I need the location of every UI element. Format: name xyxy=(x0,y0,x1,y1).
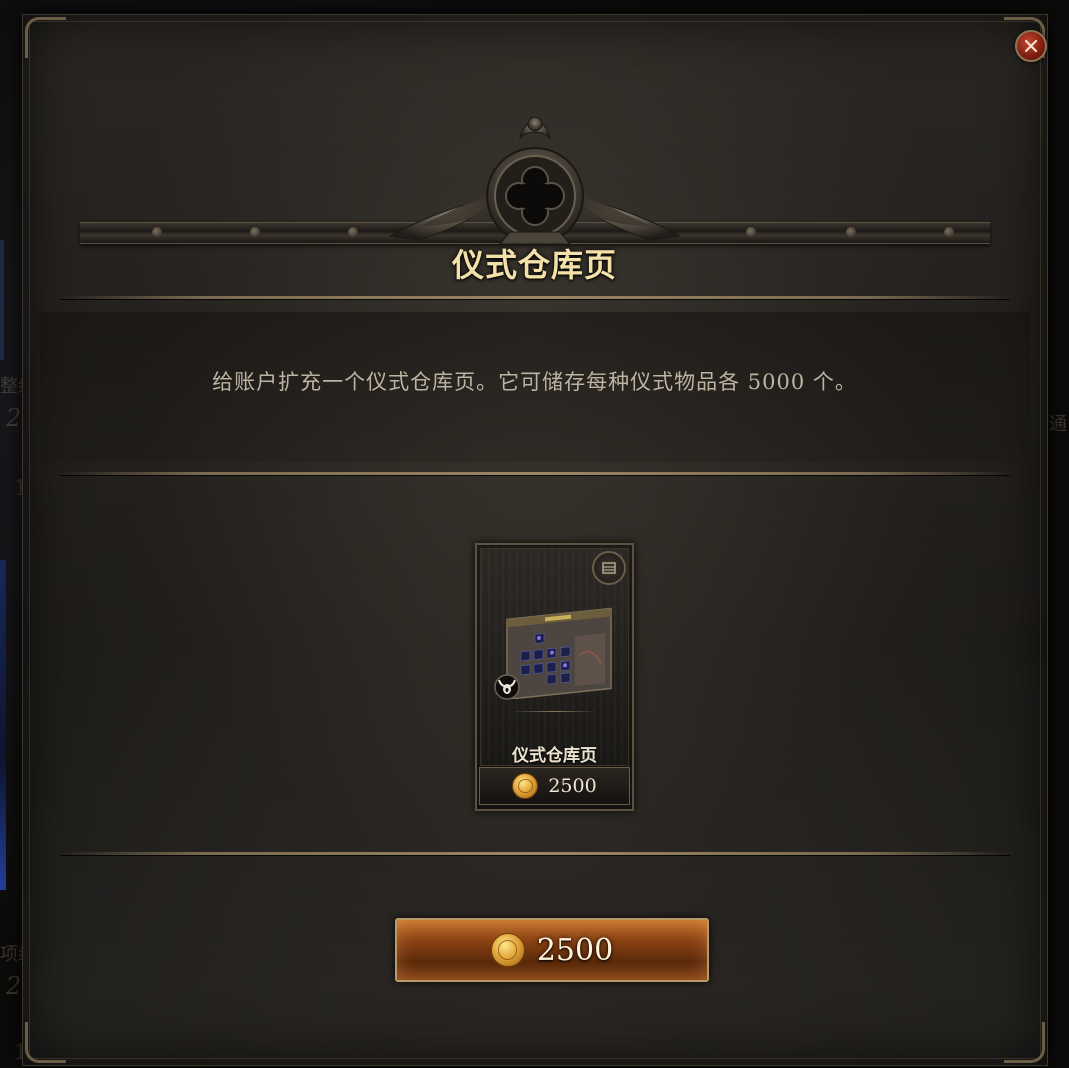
item-card-image: 仪式仓库页 xyxy=(480,548,629,766)
title-divider xyxy=(60,296,1010,299)
ornament-stud xyxy=(944,227,954,237)
frame-corner xyxy=(1004,1022,1045,1063)
quatrefoil-crest-icon xyxy=(388,116,682,245)
card-divider xyxy=(511,711,598,712)
frame-corner xyxy=(25,1022,66,1063)
close-button[interactable] xyxy=(1015,30,1047,62)
purchase-button[interactable]: 2500 xyxy=(395,918,709,982)
ornament-stud xyxy=(250,227,260,237)
close-icon xyxy=(1024,39,1038,53)
ritual-horns-icon xyxy=(494,674,520,700)
card-section-divider xyxy=(60,852,1010,855)
description-divider xyxy=(60,472,1010,475)
item-description: 给账户扩充一个仪式仓库页。它可储存每种仪式物品各 5000 个。 xyxy=(212,370,857,394)
background-item-name: 通 xyxy=(1049,414,1067,435)
coin-icon xyxy=(490,933,525,967)
stash-tab-icon xyxy=(592,551,626,585)
store-screen: 整组合包 2500 12500 ×6 项组合包 2500 12500 通 xyxy=(0,0,1069,1068)
ornament-stud xyxy=(746,227,756,237)
ornament-stud xyxy=(152,227,162,237)
purchase-button-price: 2500 xyxy=(536,932,614,968)
background-item-edge xyxy=(0,560,6,890)
dialog-title: 仪式仓库页 xyxy=(451,246,617,284)
coin-icon xyxy=(512,773,539,799)
ornament-stud xyxy=(348,227,358,237)
item-card-name: 仪式仓库页 xyxy=(512,746,597,766)
item-card-price: 2500 xyxy=(548,775,597,797)
ornament-stud xyxy=(846,227,856,237)
item-card[interactable]: 仪式仓库页 2500 xyxy=(475,543,634,811)
frame-corner xyxy=(25,17,66,58)
item-card-price-bar: 2500 xyxy=(479,767,630,805)
